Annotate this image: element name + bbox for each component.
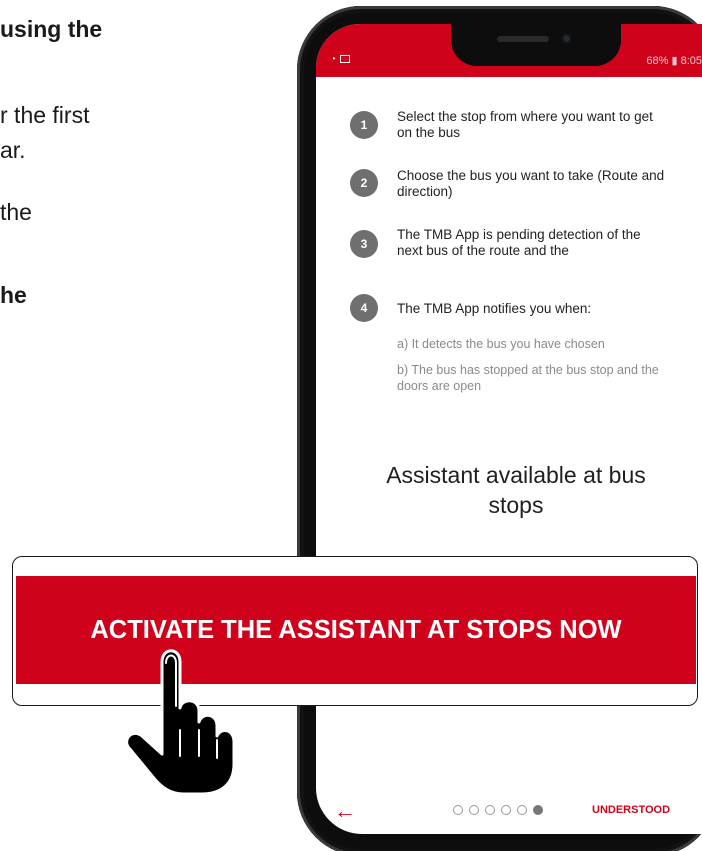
image-icon — [340, 55, 351, 63]
page-dot — [501, 805, 511, 815]
step-text: The TMB App is pending detection of the … — [397, 227, 641, 258]
understood-button[interactable]: UNDERSTOOD — [592, 804, 670, 816]
assistant-title: Assistant available at bus stops — [386, 462, 646, 518]
page-dot — [469, 805, 479, 815]
step-sub-item: b) The bus has stopped at the bus stop a… — [397, 363, 659, 393]
notification-icons: ◔ — [330, 54, 351, 65]
page-dot — [453, 805, 463, 815]
phone-notch — [451, 24, 621, 66]
step-number-badge: 2 — [350, 169, 378, 197]
page-dot — [517, 805, 527, 815]
left-text-line: ar. — [0, 137, 26, 163]
step-number-badge: 1 — [350, 111, 378, 139]
status-battery-time: 68% ▮ 8:05 — [646, 55, 702, 67]
step-text: Choose the bus you want to take (Route a… — [397, 168, 665, 199]
step-sub-item: a) It detects the bus you have chosen — [397, 337, 605, 351]
front-camera — [561, 33, 572, 44]
step-text: The TMB App notifies you when: — [397, 301, 592, 316]
phone-screen: ◔ 68% ▮ 8:05 1 Select the stop from wher… — [316, 24, 702, 834]
left-subheading: he — [0, 282, 27, 308]
left-instructions: using the r the first ar. the he — [0, 0, 150, 320]
back-arrow-icon[interactable]: ← — [334, 800, 356, 822]
left-heading: using the — [0, 16, 103, 42]
left-text-line: the — [0, 199, 32, 225]
page-dot-active — [533, 805, 543, 815]
step-text: Select the stop from where you want to g… — [397, 109, 653, 140]
step-number-badge: 3 — [350, 230, 378, 258]
page-indicator — [453, 805, 543, 815]
page-dot — [485, 805, 495, 815]
step-number-badge: 4 — [350, 294, 378, 322]
left-text-line: r the first — [0, 102, 90, 128]
alarm-icon: ◔ — [330, 54, 337, 65]
speaker-grille — [497, 36, 549, 42]
pointing-hand-icon — [125, 649, 236, 796]
